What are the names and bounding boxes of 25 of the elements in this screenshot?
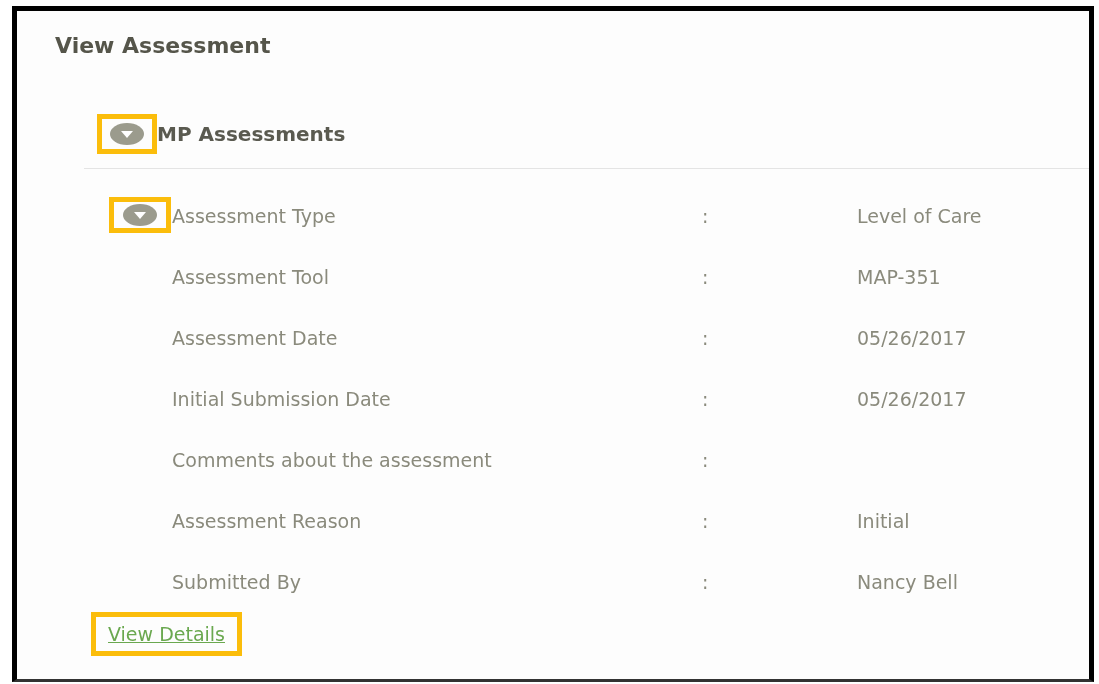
- field-value: 05/26/2017: [857, 387, 968, 410]
- field-value: Nancy Bell: [857, 570, 959, 593]
- collapse-toggle-icon[interactable]: [109, 122, 145, 146]
- colon: :: [702, 448, 710, 471]
- colon: :: [702, 387, 710, 410]
- view-details-link[interactable]: View Details: [96, 617, 237, 651]
- field-value: Initial: [857, 509, 911, 532]
- field-label: Assessment Reason: [172, 509, 363, 532]
- colon: :: [702, 265, 710, 288]
- field-label: Submitted By: [172, 570, 302, 593]
- colon: :: [702, 509, 710, 532]
- field-value: 05/26/2017: [857, 326, 968, 349]
- field-label: Assessment Date: [172, 326, 339, 349]
- collapse-toggle-icon[interactable]: [122, 203, 158, 227]
- section-title: MP Assessments: [157, 122, 346, 146]
- page-title: View Assessment: [55, 33, 272, 58]
- field-value: Level of Care: [857, 204, 983, 227]
- colon: :: [702, 204, 710, 227]
- field-label: Assessment Type: [172, 204, 337, 227]
- colon: :: [702, 326, 710, 349]
- colon: :: [702, 570, 710, 593]
- field-value: MAP-351: [857, 265, 942, 288]
- field-label: Comments about the assessment: [172, 448, 493, 471]
- field-label: Initial Submission Date: [172, 387, 392, 410]
- field-label: Assessment Tool: [172, 265, 330, 288]
